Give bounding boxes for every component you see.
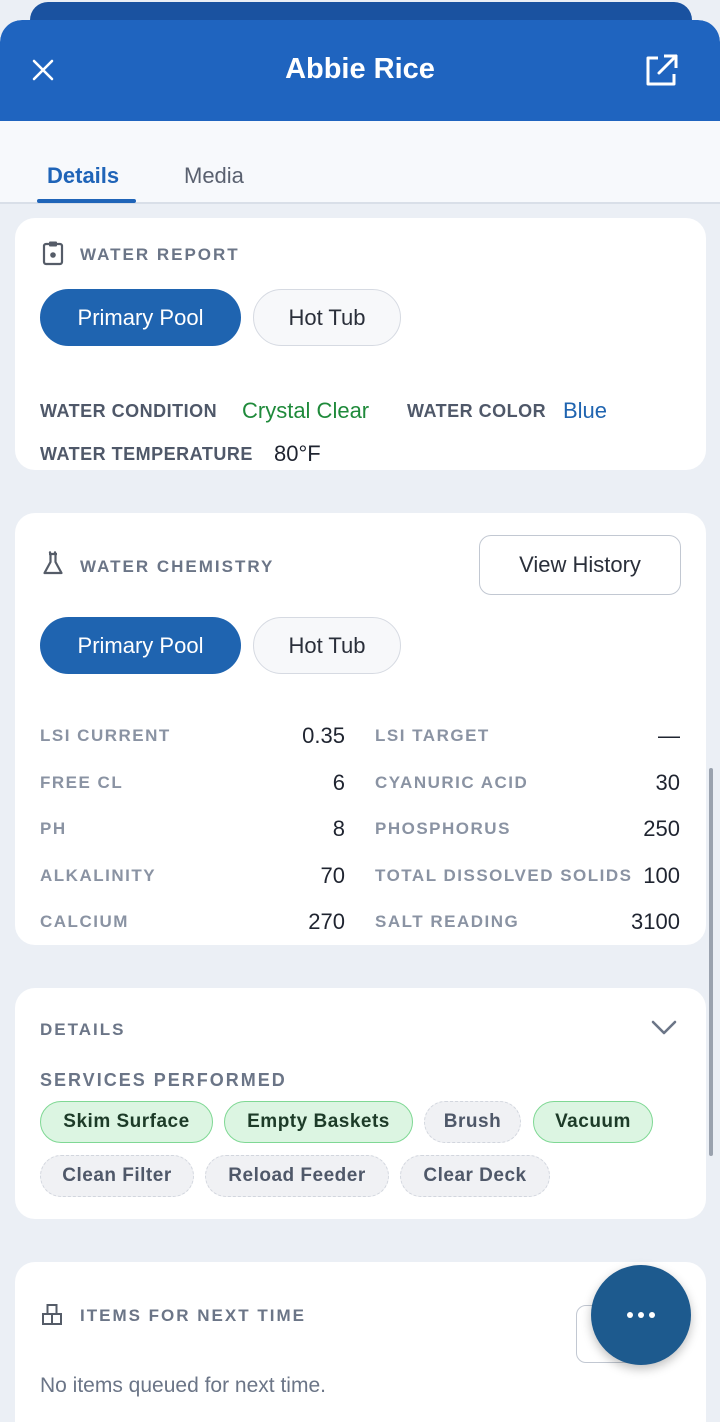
water-temperature-value: 80°F <box>274 441 321 466</box>
lsi-current-value: 0.35 <box>302 723 345 748</box>
external-link-icon <box>646 54 678 86</box>
tab-details[interactable]: Details <box>47 163 119 189</box>
lsi-target-value: — <box>658 723 680 748</box>
alkalinity-label: ALKALINITY <box>40 866 157 885</box>
empty-state-text: No items queued for next time. <box>40 1374 326 1397</box>
salt-reading-value: 3100 <box>631 909 680 934</box>
services-performed-label: SERVICES PERFORMED <box>40 1070 287 1090</box>
total-dissolved-solids-label: TOTAL DISSOLVED SOLIDS <box>375 866 633 885</box>
service-chip-clear-deck[interactable]: Clear Deck <box>400 1155 550 1197</box>
water-condition-value: Crystal Clear <box>242 398 370 423</box>
details-title: DETAILS <box>40 1020 126 1039</box>
more-horizontal-icon <box>627 1312 655 1318</box>
service-chip-vacuum[interactable]: Vacuum <box>533 1101 653 1143</box>
details-card: DETAILS SERVICES PERFORMED Skim Surface … <box>15 988 706 1219</box>
water-temperature-label: WATER TEMPERATURE <box>40 444 253 464</box>
phosphorus-value: 250 <box>643 816 680 841</box>
more-actions-button[interactable] <box>591 1265 691 1365</box>
calcium-label: CALCIUM <box>40 912 129 931</box>
cyanuric-acid-label: CYANURIC ACID <box>375 773 529 792</box>
calcium-value: 270 <box>308 909 345 934</box>
record-sheet: Abbie Rice Details Media WATER REPORT Pr… <box>0 20 720 1422</box>
sheet-header: Abbie Rice <box>0 20 720 121</box>
chevron-down-icon[interactable] <box>649 1012 679 1042</box>
segment-primary-pool[interactable]: Primary Pool <box>40 289 241 346</box>
view-history-button[interactable]: View History <box>479 535 681 595</box>
flask-icon <box>43 551 63 575</box>
cyanuric-acid-value: 30 <box>655 770 680 795</box>
salt-reading-label: SALT READING <box>375 912 520 931</box>
active-tab-indicator <box>37 199 136 203</box>
alkalinity-value: 70 <box>320 863 345 888</box>
segment-hot-tub[interactable]: Hot Tub <box>253 289 401 346</box>
tab-bar: Details Media <box>0 121 720 204</box>
service-chip-brush[interactable]: Brush <box>424 1101 521 1143</box>
segment-primary-pool[interactable]: Primary Pool <box>40 617 241 674</box>
items-for-next-time-title: ITEMS FOR NEXT TIME <box>80 1306 306 1325</box>
open-external-button[interactable] <box>642 52 680 90</box>
water-color-value: Blue <box>563 398 608 423</box>
service-chip-clean-filter[interactable]: Clean Filter <box>40 1155 194 1197</box>
water-report-pool-selector: Primary Pool Hot Tub <box>40 289 413 346</box>
water-chemistry-card: WATER CHEMISTRY View History Primary Poo… <box>15 513 706 945</box>
lsi-current-label: LSI CURRENT <box>40 726 171 745</box>
water-report-title: WATER REPORT <box>80 245 240 264</box>
ph-value: 8 <box>332 816 345 841</box>
segment-hot-tub[interactable]: Hot Tub <box>253 617 401 674</box>
water-report-card: WATER REPORT Primary Pool Hot Tub WATER … <box>15 218 706 470</box>
chemistry-pool-selector: Primary Pool Hot Tub <box>40 617 413 674</box>
free-cl-label: FREE CL <box>40 773 124 792</box>
service-chip-skim-surface[interactable]: Skim Surface <box>40 1101 213 1143</box>
water-condition-label: WATER CONDITION <box>40 401 218 421</box>
tab-media[interactable]: Media <box>184 163 244 189</box>
service-chip-empty-baskets[interactable]: Empty Baskets <box>224 1101 413 1143</box>
water-color-label: WATER COLOR <box>407 401 547 421</box>
page-title: Abbie Rice <box>285 53 435 85</box>
phosphorus-label: PHOSPHORUS <box>375 819 511 838</box>
scrollbar[interactable] <box>709 768 713 1156</box>
lsi-target-label: LSI TARGET <box>375 726 490 745</box>
clipboard-icon <box>42 241 64 266</box>
service-chip-reload-feeder[interactable]: Reload Feeder <box>205 1155 389 1197</box>
total-dissolved-solids-value: 100 <box>643 863 680 888</box>
free-cl-value: 6 <box>332 770 345 795</box>
ph-label: PH <box>40 819 67 838</box>
boxes-icon <box>42 1304 62 1325</box>
water-chemistry-title: WATER CHEMISTRY <box>80 557 275 576</box>
